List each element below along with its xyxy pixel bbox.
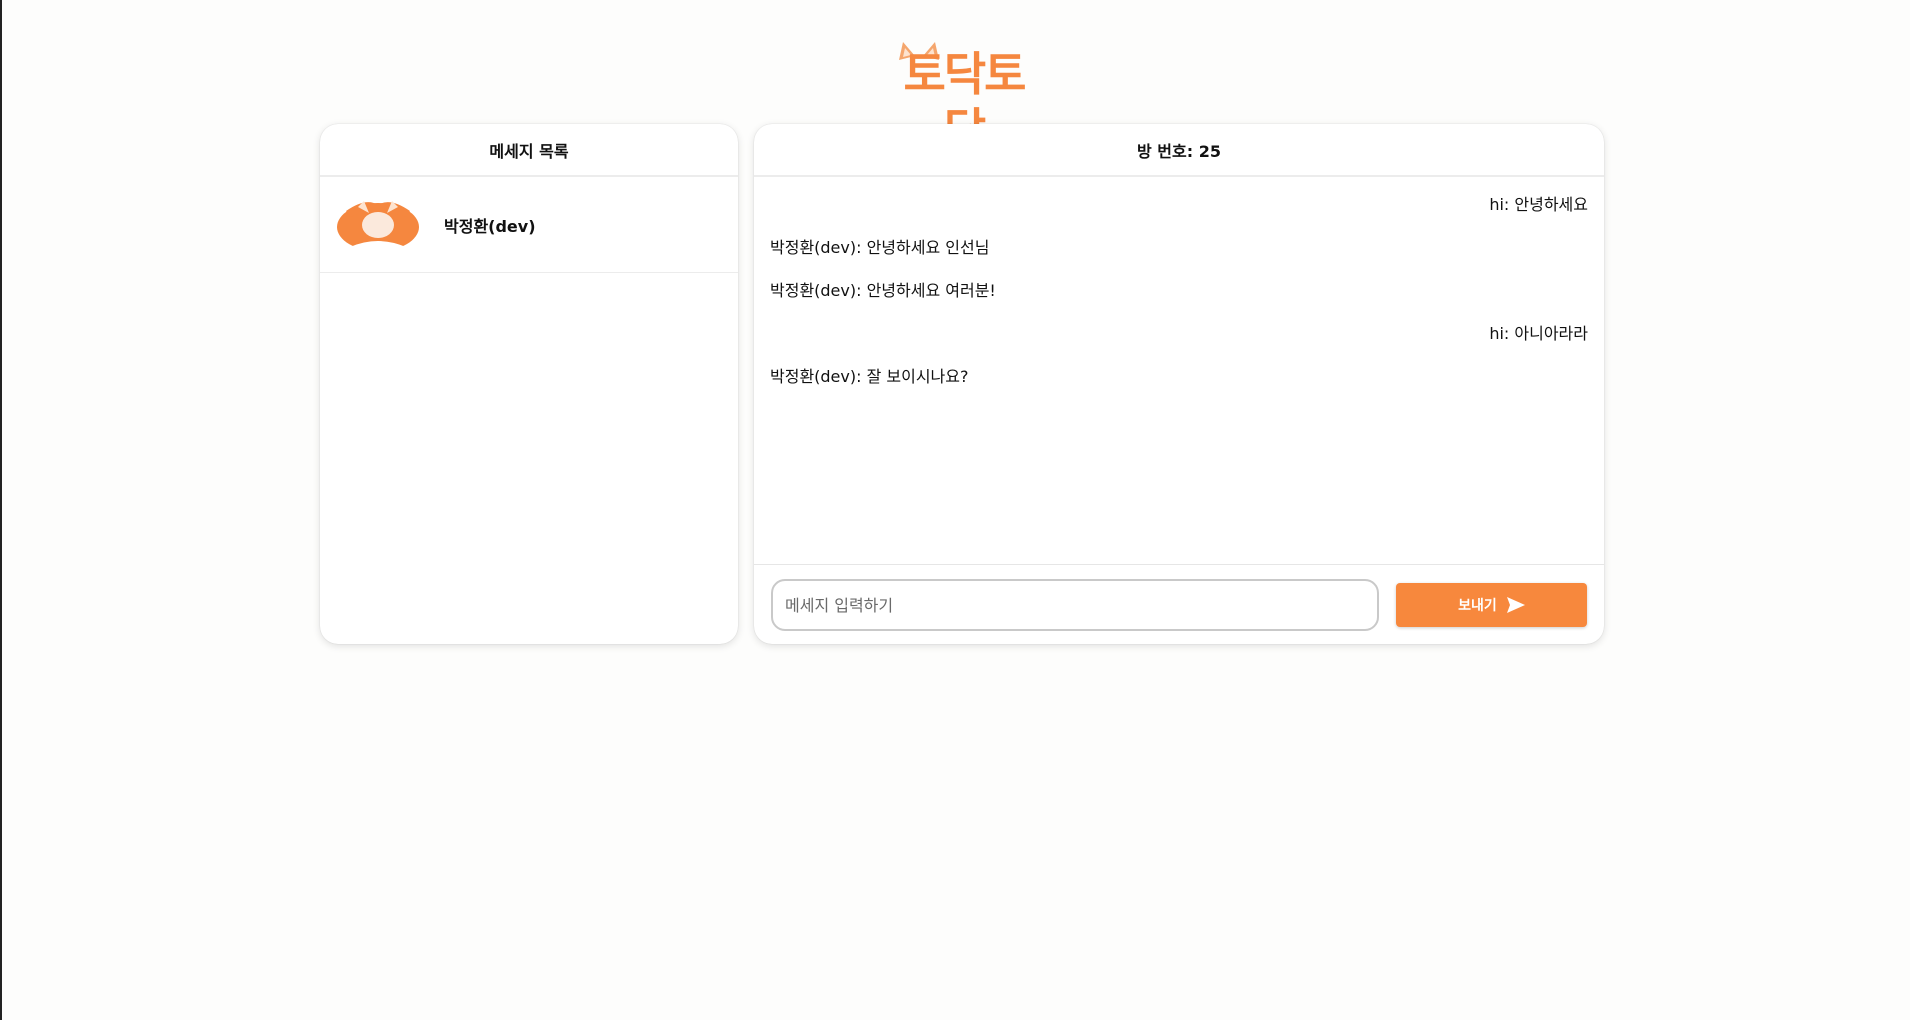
message-item: 박정환(dev): 잘 보이시나요? <box>770 367 969 386</box>
message-item: 박정환(dev): 안녕하세요 인선님 <box>770 238 990 257</box>
conversation-name: 박정환(dev) <box>444 216 536 236</box>
conversation-item[interactable]: 박정환(dev) <box>320 177 738 273</box>
message-item: hi: 아니아라라 <box>1489 324 1588 343</box>
send-arrow-icon <box>1506 597 1525 613</box>
fox-avatar-icon <box>337 200 419 253</box>
message-input[interactable] <box>771 579 1379 631</box>
message-list-panel: 메세지 목록 박정환(dev) <box>320 124 738 644</box>
send-button[interactable]: 보내기 <box>1396 583 1587 627</box>
room-title: 방 번호: 25 <box>754 124 1604 177</box>
chat-panel: 방 번호: 25 hi: 안녕하세요 박정환(dev): 안녕하세요 인선님 박… <box>754 124 1604 644</box>
send-button-label: 보내기 <box>1458 598 1497 614</box>
message-composer: 보내기 <box>754 566 1604 644</box>
message-item: 박정환(dev): 안녕하세요 여러분! <box>770 281 996 300</box>
message-list-title: 메세지 목록 <box>320 124 738 177</box>
message-item: hi: 안녕하세요 <box>1489 195 1588 214</box>
message-thread: hi: 안녕하세요 박정환(dev): 안녕하세요 인선님 박정환(dev): … <box>754 177 1604 565</box>
app-logo[interactable]: 토닥토닥 <box>889 40 1039 157</box>
page: 토닥토닥 메세지 목록 박정환(dev) 방 번호: 25 hi: 안녕하세요 … <box>0 0 1910 1020</box>
